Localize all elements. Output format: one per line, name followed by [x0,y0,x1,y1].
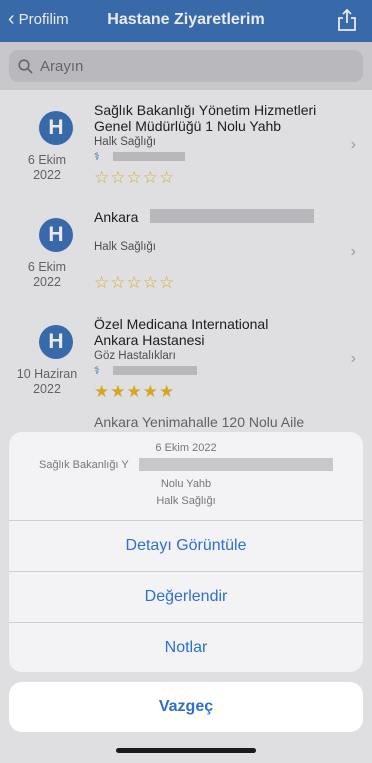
action-sheet-header: 6 Ekim 2022 Sağlık Bakanlığı Y Nolu Yahb… [9,432,363,521]
rate-button[interactable]: Değerlendir [9,571,363,623]
redacted-hospital-name [139,458,333,471]
sheet-hospital-name-line2: Nolu Yahb [160,478,212,490]
sheet-hospital-name: Sağlık Bakanlığı Y [39,459,129,471]
view-details-button[interactable]: Detayı Görüntüle [9,520,363,572]
sheet-department: Halk Sağlığı [156,495,216,507]
cancel-button[interactable]: Vazgeç [9,682,363,732]
home-indicator [116,748,256,753]
sheet-date: 6 Ekim 2022 [155,442,217,454]
notes-button[interactable]: Notlar [9,622,363,672]
action-sheet: 6 Ekim 2022 Sağlık Bakanlığı Y Nolu Yahb… [9,432,363,672]
